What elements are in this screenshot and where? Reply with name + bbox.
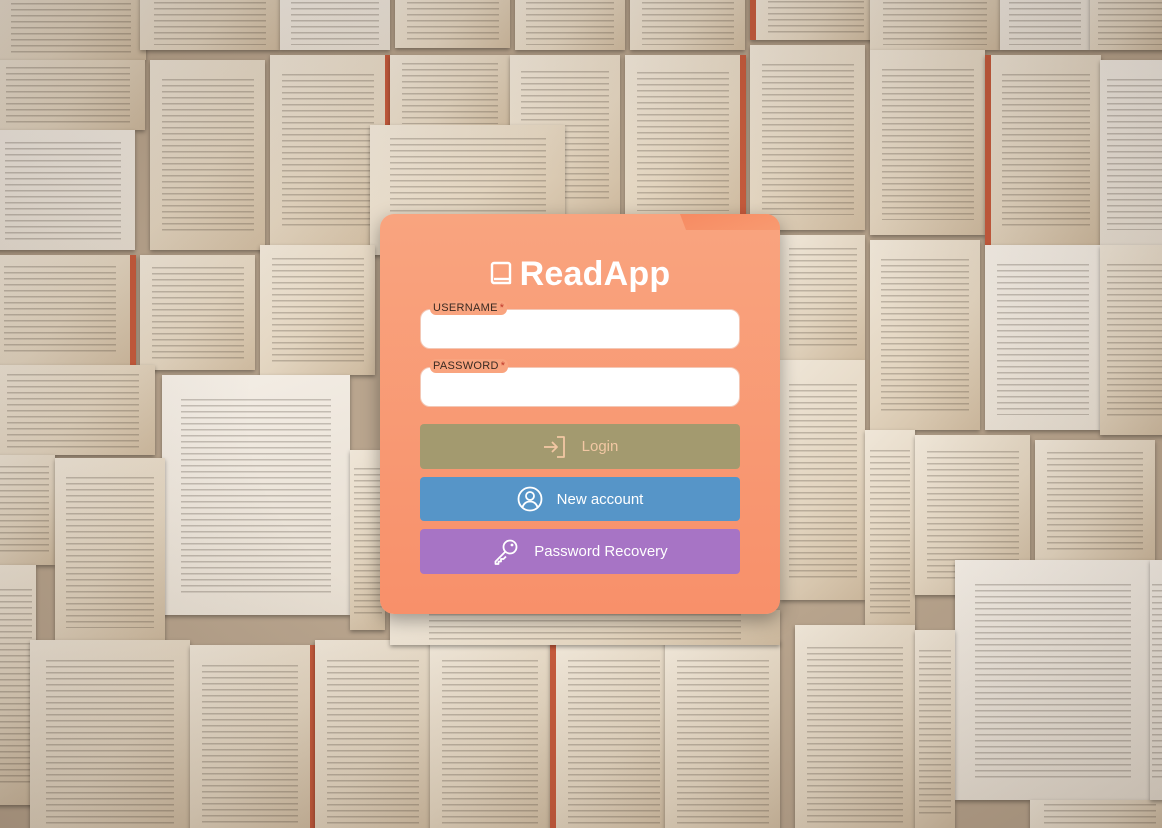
book-icon bbox=[490, 260, 514, 288]
user-circle-icon bbox=[517, 486, 543, 512]
password-field: PASSWORD * bbox=[420, 359, 740, 407]
new-account-button-label: New account bbox=[556, 490, 644, 508]
password-recovery-button[interactable]: Password Recovery bbox=[420, 529, 740, 574]
required-mark: * bbox=[499, 302, 505, 314]
username-label-text: USERNAME bbox=[433, 302, 498, 314]
password-label: PASSWORD * bbox=[430, 359, 509, 373]
key-icon bbox=[492, 538, 520, 566]
app-title: ReadApp bbox=[519, 255, 671, 293]
app-brand: ReadApp bbox=[380, 254, 780, 294]
password-input[interactable] bbox=[420, 367, 740, 407]
username-label: USERNAME * bbox=[430, 301, 508, 315]
required-mark: * bbox=[500, 360, 506, 372]
password-recovery-button-label: Password Recovery bbox=[534, 543, 668, 560]
username-field: USERNAME * bbox=[420, 301, 740, 349]
username-input[interactable] bbox=[420, 309, 740, 349]
login-arrow-icon bbox=[542, 435, 568, 459]
login-button[interactable]: Login bbox=[420, 424, 740, 469]
new-account-button[interactable]: New account bbox=[420, 477, 740, 521]
card-corner-fold bbox=[680, 214, 780, 230]
login-button-label: Login bbox=[581, 438, 619, 455]
login-card: ReadApp USERNAME * PASSWORD * Login New ac… bbox=[380, 214, 780, 614]
password-label-text: PASSWORD bbox=[433, 360, 499, 372]
